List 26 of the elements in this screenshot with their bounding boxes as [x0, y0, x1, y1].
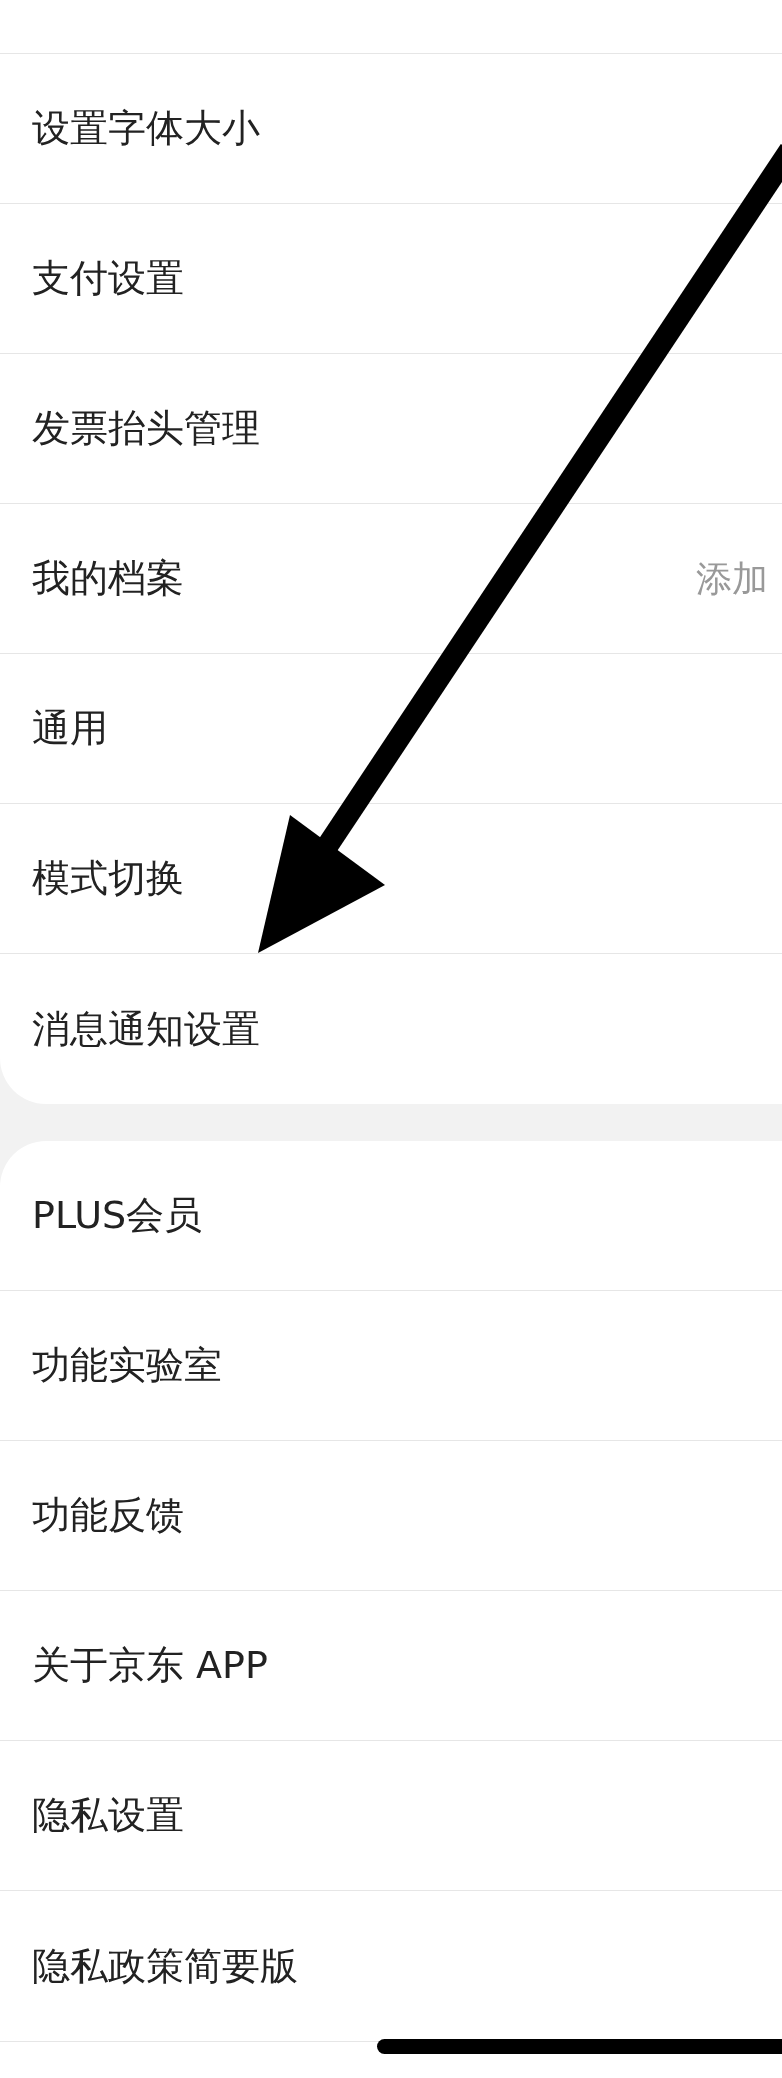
row-label: 消息通知设置 — [32, 1005, 260, 1053]
row-label: 我的档案 — [32, 555, 184, 602]
settings-row[interactable]: 通用 — [0, 654, 782, 804]
row-label: 功能反馈 — [32, 1492, 184, 1539]
row-label: 支付设置 — [32, 255, 184, 302]
row-label: 通用 — [32, 705, 108, 752]
row-label: 设置字体大小 — [32, 105, 260, 152]
settings-row[interactable]: 隐私设置 — [0, 1741, 782, 1891]
settings-row[interactable]: 消息通知设置 — [0, 954, 782, 1104]
row-label: 模式切换 — [32, 855, 184, 902]
row-label: 发票抬头管理 — [32, 405, 260, 452]
settings-row[interactable]: 发票抬头管理 — [0, 354, 782, 504]
settings-row[interactable]: 关于京东 APP — [0, 1591, 782, 1741]
row-value: 添加 — [696, 556, 768, 601]
row-label: PLUS会员 — [32, 1192, 203, 1239]
row-label: 隐私政策简要版 — [32, 1942, 298, 1990]
settings-row[interactable]: 设置字体大小 — [0, 54, 782, 204]
row-label: 关于京东 APP — [32, 1642, 268, 1689]
row-label: 隐私设置 — [32, 1792, 184, 1839]
settings-row[interactable]: PLUS会员 — [0, 1141, 782, 1291]
settings-row[interactable]: 隐私政策简要版 — [0, 1891, 782, 2041]
settings-row[interactable]: 支付设置 — [0, 204, 782, 354]
settings-row[interactable]: 我的档案 添加 — [0, 504, 782, 654]
row-label: 功能实验室 — [32, 1342, 222, 1389]
settings-row[interactable]: 功能反馈 — [0, 1441, 782, 1591]
settings-row[interactable]: 功能实验室 — [0, 1291, 782, 1441]
